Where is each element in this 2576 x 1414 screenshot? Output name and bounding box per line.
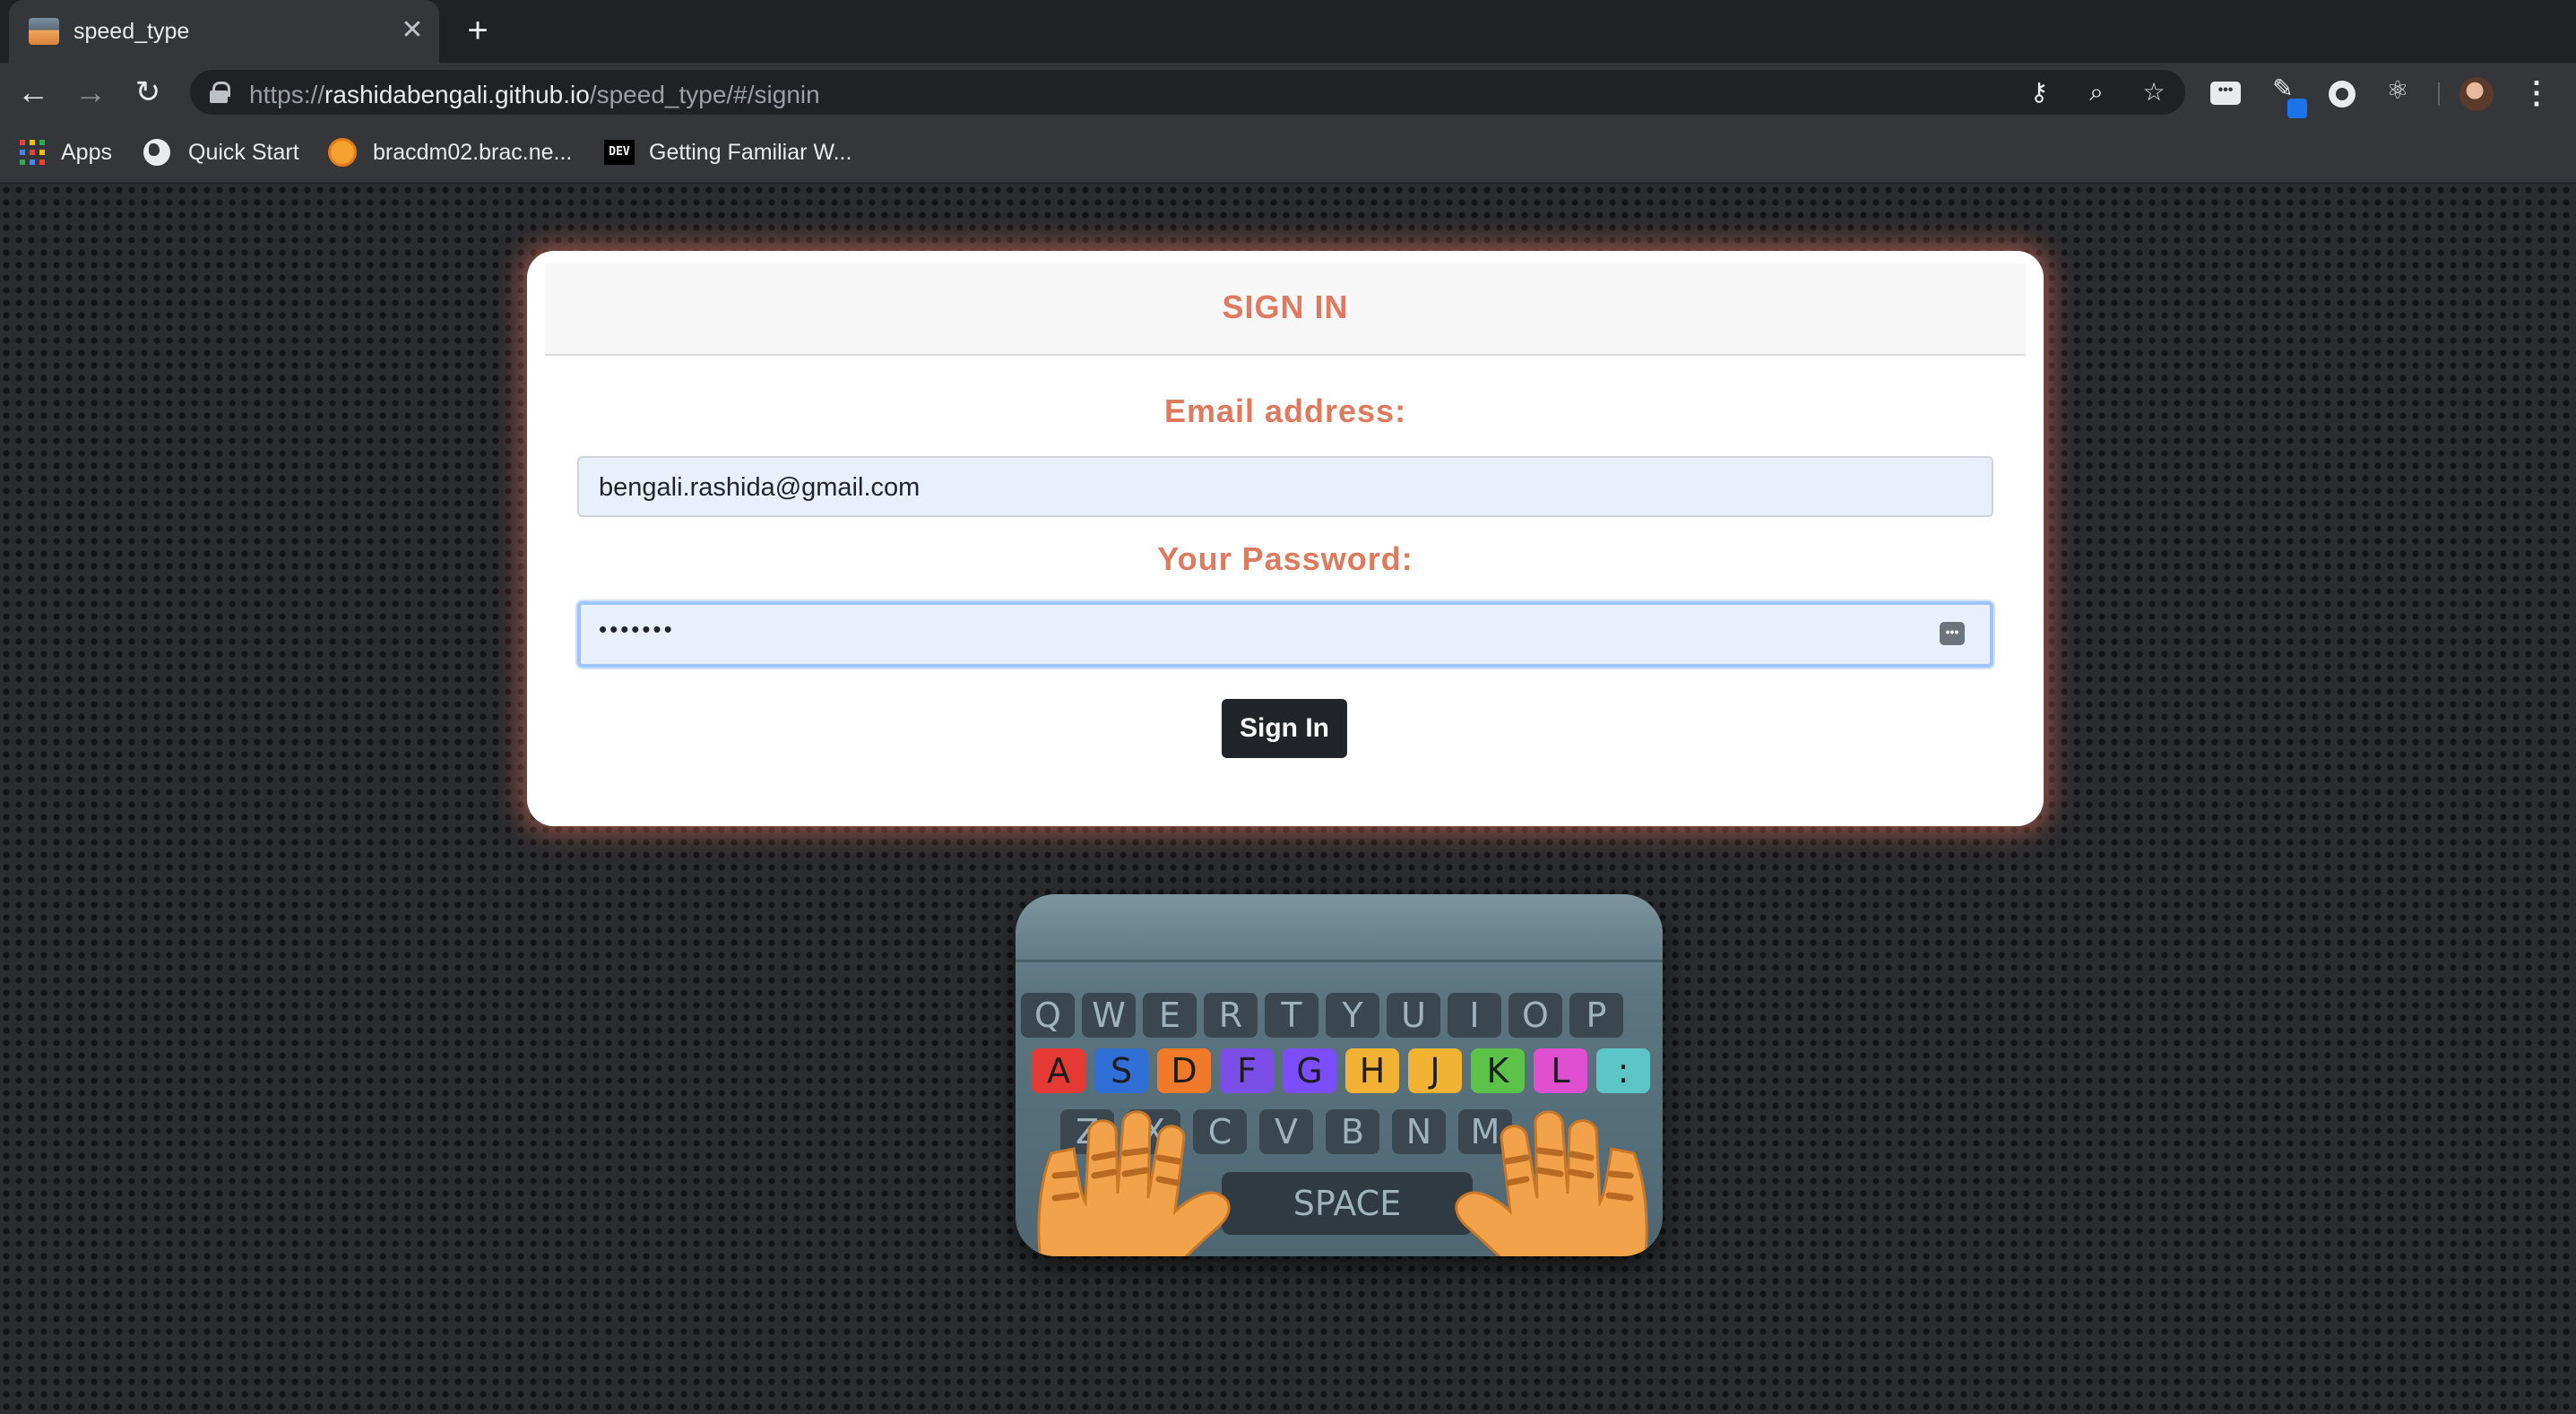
password-manager-icon[interactable]: ••• xyxy=(1940,622,1965,645)
bookmarks-bar: Apps Quick Start bracdm02.brac.ne... DEV… xyxy=(0,122,2576,183)
brac-icon xyxy=(328,138,357,167)
star-icon[interactable]: ☆ xyxy=(2139,77,2169,108)
top-row-key-u: U xyxy=(1387,993,1440,1038)
home-row-key-g: G xyxy=(1283,1048,1336,1093)
password-manager-extension-icon[interactable]: ••• xyxy=(2210,82,2241,105)
top-row-key-q: Q xyxy=(1021,993,1075,1038)
browser-tab[interactable]: speed_type ✕ xyxy=(9,0,439,63)
tab-favicon-icon xyxy=(29,18,59,45)
bottom-row-key-b: B xyxy=(1326,1109,1379,1154)
left-hand-icon xyxy=(1037,1110,1231,1256)
lock-icon[interactable] xyxy=(210,82,230,103)
bookmark-quick-start[interactable]: Quick Start xyxy=(143,134,299,170)
forward-button[interactable]: → xyxy=(70,72,111,113)
url-host: rashidabengali.github.io xyxy=(324,81,590,108)
menu-icon[interactable]: ⋮ xyxy=(2519,75,2554,111)
tab-strip: speed_type ✕ + xyxy=(0,0,2576,63)
top-row-key-e: E xyxy=(1143,993,1197,1038)
top-row-key-r: R xyxy=(1204,993,1258,1038)
new-tab-button[interactable]: + xyxy=(459,13,497,50)
close-tab-icon[interactable]: ✕ xyxy=(396,14,428,47)
profile-avatar[interactable] xyxy=(2459,77,2494,111)
globe-icon xyxy=(143,139,170,166)
url-text: https://rashidabengali.github.io/speed_t… xyxy=(249,81,820,109)
top-row-key-w: W xyxy=(1082,993,1136,1038)
circle-extension-icon[interactable] xyxy=(2329,81,2356,108)
password-field[interactable]: ••••••• ••• xyxy=(577,601,1993,668)
keyboard-illustration: QWERTYUIOPASDFGHJKL:ZXCVBNM SPACE xyxy=(1016,894,1663,1256)
url-path: /speed_type/#/signin xyxy=(589,81,820,108)
password-mask: ••••••• xyxy=(599,616,675,642)
back-button[interactable]: ← xyxy=(13,72,54,113)
react-devtools-icon[interactable]: ⚛ xyxy=(2382,75,2413,106)
keyboard-top-panel xyxy=(1016,894,1663,962)
sign-in-button[interactable]: Sign In xyxy=(1222,699,1347,758)
address-bar[interactable]: https://rashidabengali.github.io/speed_t… xyxy=(190,70,2185,115)
bookmark-label: bracdm02.brac.ne... xyxy=(373,139,573,165)
signin-card: SIGN IN Email address: bengali.rashida@g… xyxy=(527,251,2044,826)
page-background: SIGN IN Email address: bengali.rashida@g… xyxy=(0,184,2576,1414)
card-header: SIGN IN xyxy=(545,263,2026,356)
key-icon[interactable]: ⚷ xyxy=(2024,77,2054,108)
bookmark-getting-familiar[interactable]: DEV Getting Familiar W... xyxy=(604,134,851,170)
extension-badge-icon xyxy=(2287,99,2307,118)
top-row-key-p: P xyxy=(1569,993,1623,1038)
top-row-key-i: I xyxy=(1448,993,1501,1038)
apps-grid-icon xyxy=(20,140,45,165)
password-label: Your Password: xyxy=(1157,540,1413,577)
email-field[interactable]: bengali.rashida@gmail.com xyxy=(577,456,1993,517)
top-row-key-y: Y xyxy=(1326,993,1379,1038)
bookmark-bracdm02[interactable]: bracdm02.brac.ne... xyxy=(328,134,572,170)
dev-icon: DEV xyxy=(604,140,635,165)
reload-button[interactable]: ↻ xyxy=(127,72,169,113)
url-scheme: https:// xyxy=(249,81,325,108)
bookmark-apps[interactable]: Apps xyxy=(20,134,112,170)
email-label: Email address: xyxy=(1163,392,1407,429)
bookmark-label: Getting Familiar W... xyxy=(649,139,852,165)
bottom-row-key-v: V xyxy=(1259,1109,1313,1154)
browser-toolbar: ← → ↻ https://rashidabengali.github.io/s… xyxy=(0,63,2576,122)
right-hand-icon xyxy=(1455,1110,1648,1256)
email-value: bengali.rashida@gmail.com xyxy=(599,473,921,502)
bookmark-label: Apps xyxy=(61,139,112,165)
bookmark-label: Quick Start xyxy=(188,139,299,165)
toolbar-divider xyxy=(2438,82,2440,106)
space-key: SPACE xyxy=(1222,1172,1473,1235)
signin-title: SIGN IN xyxy=(1222,289,1349,325)
tab-title: speed_type xyxy=(73,19,190,44)
top-row-key-t: T xyxy=(1265,993,1318,1038)
zoom-icon[interactable]: ⌕ xyxy=(2081,77,2112,108)
home-row-key-h: H xyxy=(1345,1048,1399,1093)
top-row-key-o: O xyxy=(1508,993,1562,1038)
